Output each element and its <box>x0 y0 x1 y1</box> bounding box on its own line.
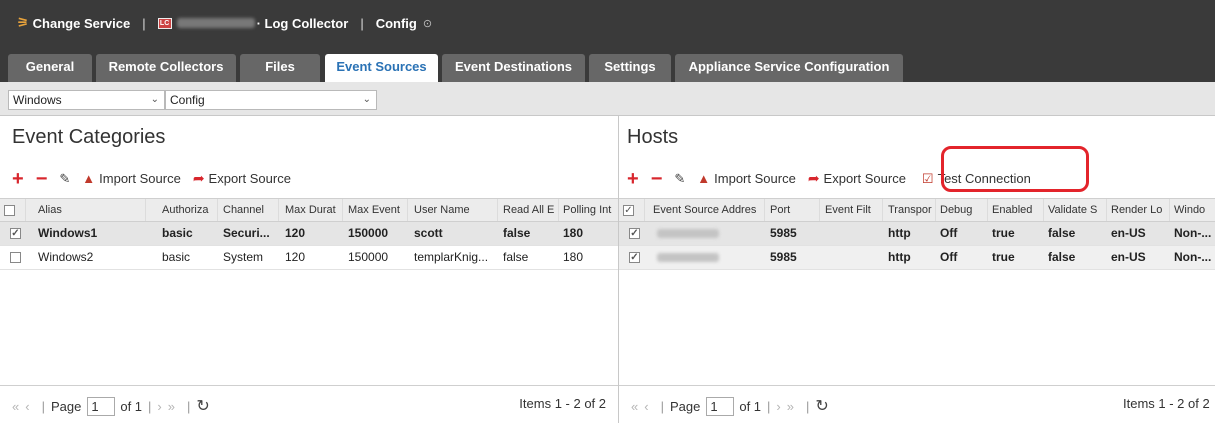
remove-icon[interactable]: − <box>36 169 48 189</box>
add-icon[interactable]: + <box>627 169 639 189</box>
config-menu[interactable]: Config <box>376 16 417 31</box>
export-source-button[interactable]: ➦ Export Source <box>808 170 906 187</box>
refresh-icon[interactable]: ↻ <box>815 396 828 416</box>
next-page-icon[interactable]: › <box>776 399 780 414</box>
event-categories-title: Event Categories <box>12 126 166 148</box>
service-host-name <box>176 18 255 28</box>
import-icon: ▲ <box>82 171 96 186</box>
row-checkbox[interactable] <box>10 252 21 264</box>
export-icon: ➦ <box>192 170 205 186</box>
hierarchy-icon[interactable]: ⚞ <box>17 15 29 31</box>
select-all-checkbox[interactable] <box>0 199 26 221</box>
tab-general[interactable]: General <box>8 54 92 82</box>
table-row[interactable]: ✓ 5985 http Off true false en-US Non-... <box>619 222 1215 246</box>
column-header[interactable]: Debug <box>936 199 988 221</box>
pagination-bar: « ‹ | Page 1 of 1 | › » | ↻ Items 1 - 2 … <box>619 385 1215 423</box>
host-address <box>653 246 765 269</box>
top-bar: ⚞ Change Service | LC · Log Collector | … <box>0 0 1215 46</box>
column-header[interactable]: Event Filt <box>821 199 883 221</box>
column-header[interactable]: Authoriza <box>158 199 218 221</box>
tab-event-sources[interactable]: Event Sources <box>325 54 438 82</box>
export-icon: ➦ <box>807 170 820 186</box>
page-label: Page <box>669 398 701 414</box>
pagination-bar: « ‹ | Page 1 of 1 | › » | ↻ Items 1 - 2 … <box>0 385 618 423</box>
column-header[interactable]: Render Lo <box>1107 199 1170 221</box>
column-header[interactable]: Windo <box>1170 199 1215 221</box>
last-page-icon[interactable]: » <box>168 399 175 414</box>
row-checkbox[interactable]: ✓ <box>629 228 640 240</box>
grid-header: Alias Authoriza Channel Max Durat Max Ev… <box>0 198 618 222</box>
refresh-icon[interactable]: ↻ <box>196 396 209 416</box>
tab-bar: General Remote Collectors Files Event So… <box>0 46 1215 82</box>
prev-page-icon[interactable]: ‹ <box>25 399 29 414</box>
column-header[interactable]: Validate S <box>1044 199 1107 221</box>
page-count: of 1 <box>739 398 762 414</box>
chevron-down-icon: ⌄ <box>150 94 159 105</box>
event-categories-toolbar: + − ✎ ▲ Import Source ➦ Export Source <box>12 169 303 189</box>
hosts-panel: Hosts + − ✎ ▲ Import Source ➦ Export Sou… <box>619 116 1215 423</box>
column-header[interactable]: Port <box>766 199 820 221</box>
tab-appliance-service-configuration[interactable]: Appliance Service Configuration <box>675 54 903 82</box>
chevron-down-icon[interactable]: ⊙ <box>423 17 432 30</box>
next-page-icon[interactable]: › <box>157 399 161 414</box>
change-service-link[interactable]: Change Service <box>33 16 131 31</box>
service-name[interactable]: · Log Collector <box>257 16 349 31</box>
remove-icon[interactable]: − <box>651 169 663 189</box>
tab-files[interactable]: Files <box>240 54 320 82</box>
items-count: Items 1 - 2 of 2 <box>1123 396 1210 411</box>
import-source-button[interactable]: ▲ Import Source <box>82 171 181 186</box>
first-page-icon[interactable]: « <box>631 399 638 414</box>
column-header[interactable]: Max Durat <box>281 199 343 221</box>
column-header[interactable]: Alias <box>34 199 146 221</box>
event-categories-panel: Event Categories + − ✎ ▲ Import Source ➦… <box>0 116 619 423</box>
hosts-title: Hosts <box>627 126 679 148</box>
column-header[interactable]: User Name <box>410 199 498 221</box>
column-header[interactable]: Polling Int <box>559 199 619 221</box>
edit-icon[interactable]: ✎ <box>674 171 685 187</box>
items-count: Items 1 - 2 of 2 <box>519 396 606 411</box>
tab-remote-collectors[interactable]: Remote Collectors <box>96 54 236 82</box>
tab-event-destinations[interactable]: Event Destinations <box>442 54 585 82</box>
edit-icon[interactable]: ✎ <box>59 171 70 187</box>
column-header[interactable]: Read All E <box>499 199 559 221</box>
export-source-button[interactable]: ➦ Export Source <box>193 170 291 187</box>
column-header[interactable]: Enabled <box>988 199 1044 221</box>
table-row[interactable]: ✓ Windows1 basic Securi... 120 150000 sc… <box>0 222 618 246</box>
page-number-input[interactable]: 1 <box>87 396 116 416</box>
filter-bar: Windows ⌄ Config ⌄ <box>0 82 1215 116</box>
test-connection-icon: ☑ <box>921 170 934 186</box>
column-header[interactable]: Channel <box>219 199 279 221</box>
table-row[interactable]: Windows2 basic System 120 150000 templar… <box>0 246 618 270</box>
import-icon: ▲ <box>697 171 711 186</box>
grid-header: ✓ Event Source Addres Port Event Filt Tr… <box>619 198 1215 222</box>
chevron-down-icon: ⌄ <box>362 94 371 105</box>
service-type-icon: LC <box>157 17 172 29</box>
prev-page-icon[interactable]: ‹ <box>644 399 648 414</box>
tab-settings[interactable]: Settings <box>589 54 671 82</box>
host-address <box>653 222 765 245</box>
page-number-input[interactable]: 1 <box>706 396 735 416</box>
last-page-icon[interactable]: » <box>787 399 794 414</box>
first-page-icon[interactable]: « <box>12 399 19 414</box>
column-header[interactable]: Transpor <box>884 199 936 221</box>
row-checkbox[interactable]: ✓ <box>629 252 640 264</box>
column-header[interactable]: Event Source Addres <box>649 199 765 221</box>
column-header[interactable]: Max Event <box>344 199 408 221</box>
page-label: Page <box>50 398 82 414</box>
page-count: of 1 <box>120 398 143 414</box>
select-all-checkbox[interactable]: ✓ <box>619 199 645 221</box>
row-checkbox[interactable]: ✓ <box>10 228 21 240</box>
breadcrumb: ⚞ Change Service | LC · Log Collector | … <box>17 15 433 31</box>
view-select[interactable]: Config ⌄ <box>165 90 377 110</box>
annotation-highlight <box>941 146 1089 192</box>
add-icon[interactable]: + <box>12 169 24 189</box>
table-row[interactable]: ✓ 5985 http Off true false en-US Non-... <box>619 246 1215 270</box>
import-source-button[interactable]: ▲ Import Source <box>697 171 796 186</box>
source-type-select[interactable]: Windows ⌄ <box>8 90 165 110</box>
